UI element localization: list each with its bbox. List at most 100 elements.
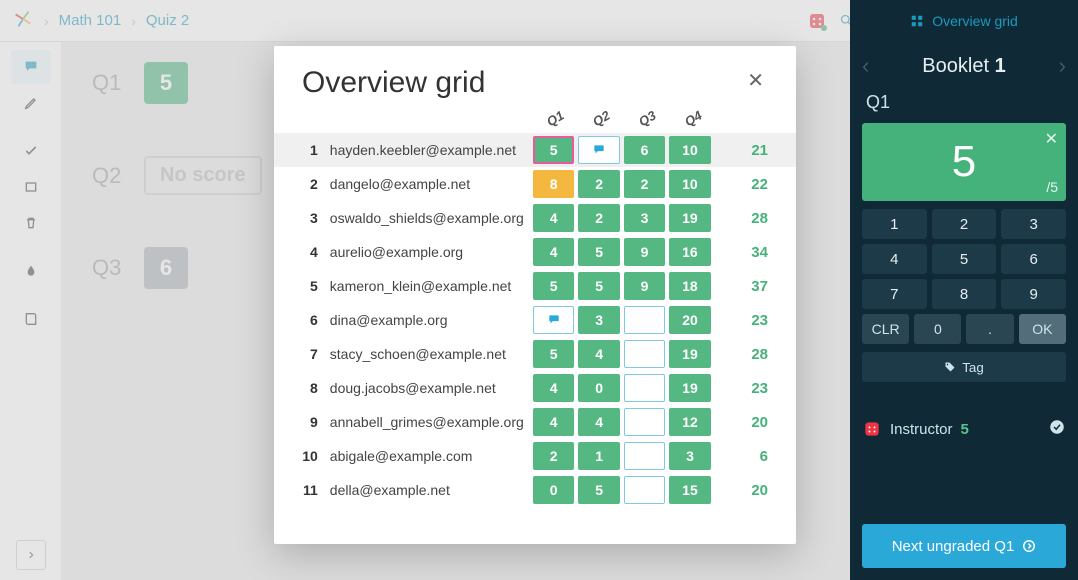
grid-cell[interactable] bbox=[624, 476, 665, 504]
grid-cell[interactable]: 4 bbox=[578, 340, 619, 368]
row-index: 3 bbox=[302, 210, 330, 226]
grid-cell[interactable]: 19 bbox=[669, 374, 710, 402]
row-index: 7 bbox=[302, 346, 330, 362]
grid-row[interactable]: 8doug.jacobs@example.net401923 bbox=[274, 371, 796, 405]
row-email: della@example.net bbox=[330, 482, 533, 498]
grid-cell[interactable]: 19 bbox=[669, 204, 710, 232]
next-ungraded-button[interactable]: Next ungraded Q1 bbox=[862, 524, 1066, 568]
keypad-4[interactable]: 4 bbox=[862, 244, 927, 274]
grid-row[interactable]: 9annabell_grimes@example.org441220 bbox=[274, 405, 796, 439]
grid-cell[interactable]: 5 bbox=[533, 272, 574, 300]
grid-cell[interactable]: 3 bbox=[669, 442, 710, 470]
grid-body[interactable]: 1hayden.keebler@example.net5610212dangel… bbox=[274, 133, 796, 544]
grid-cell[interactable]: 2 bbox=[533, 442, 574, 470]
row-total: 23 bbox=[721, 312, 768, 329]
keypad-3[interactable]: 3 bbox=[1001, 209, 1066, 239]
grid-cell[interactable]: 1 bbox=[578, 442, 619, 470]
grid-cell[interactable]: 4 bbox=[533, 374, 574, 402]
grid-cell[interactable]: 3 bbox=[624, 204, 665, 232]
grid-cell[interactable]: 5 bbox=[533, 340, 574, 368]
keypad-ok[interactable]: OK bbox=[1019, 314, 1066, 344]
keypad-7[interactable]: 7 bbox=[862, 279, 927, 309]
grid-cell[interactable] bbox=[624, 442, 665, 470]
modal-close-icon[interactable]: ✕ bbox=[743, 66, 768, 95]
grid-cell-comment-icon[interactable] bbox=[578, 136, 619, 164]
grid-row[interactable]: 4aurelio@example.org4591634 bbox=[274, 235, 796, 269]
keypad-2[interactable]: 2 bbox=[932, 209, 997, 239]
grid-cell[interactable]: 3 bbox=[578, 306, 619, 334]
grid-cell[interactable]: 19 bbox=[669, 340, 710, 368]
row-index: 6 bbox=[302, 312, 330, 328]
tag-button[interactable]: Tag bbox=[862, 352, 1066, 382]
grid-cell[interactable]: 12 bbox=[669, 408, 710, 436]
grid-cell[interactable]: 2 bbox=[578, 204, 619, 232]
row-email: kameron_klein@example.net bbox=[330, 278, 533, 294]
grid-cell[interactable]: 4 bbox=[533, 238, 574, 266]
instructor-score: 5 bbox=[961, 421, 969, 438]
grid-cell[interactable]: 8 bbox=[533, 170, 574, 198]
row-total: 21 bbox=[721, 142, 768, 159]
score-max: /5 bbox=[1046, 179, 1058, 195]
grid-cell[interactable]: 0 bbox=[533, 476, 574, 504]
grid-cell[interactable]: 5 bbox=[578, 476, 619, 504]
grid-cell[interactable]: 10 bbox=[669, 136, 710, 164]
grid-row[interactable]: 6dina@example.org 3 20 23 bbox=[274, 303, 796, 337]
row-total: 34 bbox=[721, 244, 768, 261]
clear-score-icon[interactable]: ✕ bbox=[1045, 129, 1058, 149]
keypad-6[interactable]: 6 bbox=[1001, 244, 1066, 274]
row-email: dangelo@example.net bbox=[330, 176, 533, 192]
keypad-clr[interactable]: CLR bbox=[862, 314, 909, 344]
grid-cell[interactable]: 18 bbox=[669, 272, 710, 300]
keypad-1[interactable]: 1 bbox=[862, 209, 927, 239]
instructor-row[interactable]: Instructor 5 bbox=[862, 418, 1066, 440]
grid-cell[interactable]: 5 bbox=[578, 272, 619, 300]
overview-grid-button[interactable]: Overview grid bbox=[850, 0, 1078, 42]
grid-row[interactable]: 5kameron_klein@example.net5591837 bbox=[274, 269, 796, 303]
keypad-8[interactable]: 8 bbox=[932, 279, 997, 309]
row-index: 5 bbox=[302, 278, 330, 294]
grid-row[interactable]: 11della@example.net051520 bbox=[274, 473, 796, 507]
grid-cell[interactable]: 10 bbox=[669, 170, 710, 198]
row-total: 28 bbox=[721, 210, 768, 227]
grid-cell[interactable]: 9 bbox=[624, 238, 665, 266]
row-index: 10 bbox=[302, 448, 330, 464]
prev-booklet-button[interactable]: ‹ bbox=[862, 53, 869, 79]
grid-cell[interactable]: 4 bbox=[578, 408, 619, 436]
grid-cell[interactable]: 15 bbox=[669, 476, 710, 504]
grid-row[interactable]: 10abigale@example.com2136 bbox=[274, 439, 796, 473]
row-email: dina@example.org bbox=[330, 312, 533, 328]
grid-cell[interactable]: 16 bbox=[669, 238, 710, 266]
grid-cell[interactable]: 9 bbox=[624, 272, 665, 300]
keypad-9[interactable]: 9 bbox=[1001, 279, 1066, 309]
grid-cell[interactable]: 4 bbox=[533, 408, 574, 436]
keypad-0[interactable]: 0 bbox=[914, 314, 961, 344]
grid-cell[interactable]: 5 bbox=[578, 238, 619, 266]
row-total: 20 bbox=[721, 482, 768, 499]
overview-grid-modal: Overview grid ✕ Q1Q2Q3Q4 1hayden.keebler… bbox=[274, 46, 796, 544]
grid-cell[interactable]: 2 bbox=[624, 170, 665, 198]
grid-cell[interactable] bbox=[624, 340, 665, 368]
keypad-5[interactable]: 5 bbox=[932, 244, 997, 274]
booklet-nav: ‹ Booklet 1 › bbox=[850, 42, 1078, 90]
grid-cell[interactable]: 20 bbox=[669, 306, 710, 334]
row-email: doug.jacobs@example.net bbox=[330, 380, 533, 396]
grid-row[interactable]: 7stacy_schoen@example.net541928 bbox=[274, 337, 796, 371]
grid-cell[interactable]: 6 bbox=[624, 136, 665, 164]
grid-cell[interactable]: 5 bbox=[533, 136, 574, 164]
grid-row[interactable]: 2dangelo@example.net8221022 bbox=[274, 167, 796, 201]
grid-cell[interactable]: 4 bbox=[533, 204, 574, 232]
row-index: 4 bbox=[302, 244, 330, 260]
grid-cell[interactable] bbox=[624, 374, 665, 402]
grid-cell-comment-icon[interactable] bbox=[533, 306, 574, 334]
row-email: aurelio@example.org bbox=[330, 244, 533, 260]
row-total: 28 bbox=[721, 346, 768, 363]
grid-row[interactable]: 1hayden.keebler@example.net561021 bbox=[274, 133, 796, 167]
grid-row[interactable]: 3oswaldo_shields@example.org4231928 bbox=[274, 201, 796, 235]
grid-cell[interactable] bbox=[624, 306, 665, 334]
next-booklet-button[interactable]: › bbox=[1059, 53, 1066, 79]
grid-cell[interactable] bbox=[624, 408, 665, 436]
row-total: 20 bbox=[721, 414, 768, 431]
grid-cell[interactable]: 0 bbox=[578, 374, 619, 402]
keypad-.[interactable]: . bbox=[966, 314, 1013, 344]
grid-cell[interactable]: 2 bbox=[578, 170, 619, 198]
